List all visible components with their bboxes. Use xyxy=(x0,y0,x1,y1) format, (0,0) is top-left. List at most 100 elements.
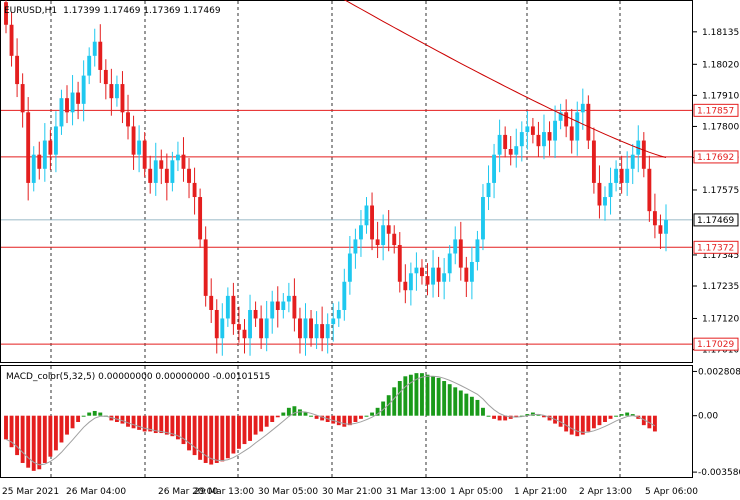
candle-body xyxy=(237,324,241,330)
time-tick-label: 30 Mar 21:00 xyxy=(322,487,382,497)
candle-body xyxy=(497,134,502,155)
price-tick-label: 1.17575 xyxy=(702,186,739,196)
candle-body xyxy=(37,154,42,169)
macd-bar xyxy=(569,415,574,435)
macd-bar xyxy=(253,415,258,435)
macd-axis: 0.0028085 0.00 -0.003580 xyxy=(692,367,740,478)
macd-bar xyxy=(475,399,480,416)
candle-body xyxy=(652,211,657,226)
macd-bar xyxy=(15,415,20,456)
macd-bar xyxy=(98,412,103,416)
macd-bar xyxy=(442,381,447,416)
macd-bar xyxy=(187,415,191,451)
candle-body xyxy=(142,140,147,169)
macd-bar xyxy=(431,376,435,416)
macd-bar xyxy=(303,412,308,416)
candle-body xyxy=(209,295,214,310)
candle-body xyxy=(647,168,652,212)
candle-body xyxy=(15,55,20,85)
candle-body xyxy=(508,149,513,155)
macd-bar xyxy=(120,415,125,424)
macd-bar xyxy=(336,415,341,426)
candle-body xyxy=(148,168,153,183)
macd-bar xyxy=(48,415,53,457)
candle-body xyxy=(92,41,97,56)
candle-body xyxy=(231,295,236,325)
candle-body xyxy=(408,273,413,291)
time-tick-label: 29 Mar 13:00 xyxy=(194,487,254,497)
candle-body xyxy=(53,126,58,155)
price-level-label: 1.17469 xyxy=(697,216,734,226)
time-tick-label: 5 Apr 06:00 xyxy=(645,487,698,497)
macd-bar xyxy=(447,384,452,416)
candle-body xyxy=(286,295,291,302)
price-tick-label: 1.17120 xyxy=(702,314,739,324)
candle-body xyxy=(164,168,169,183)
candle-body xyxy=(542,132,546,147)
candle-body xyxy=(270,301,275,319)
candle-body xyxy=(347,253,352,282)
candle-body xyxy=(120,84,125,113)
candle-body xyxy=(392,233,397,246)
candle-body xyxy=(442,273,447,282)
candle-body xyxy=(375,239,380,246)
candle-body xyxy=(331,318,336,325)
macd-bar xyxy=(209,415,214,465)
candle-body xyxy=(48,140,53,155)
candle-body xyxy=(42,140,47,169)
macd-bar xyxy=(575,415,580,437)
candle-body xyxy=(65,98,69,113)
candle-body xyxy=(159,160,164,169)
macd-bar xyxy=(270,415,275,422)
macd-bar xyxy=(353,415,358,422)
macd-bar xyxy=(220,415,225,462)
candle-body xyxy=(564,112,569,127)
macd-bar xyxy=(625,412,630,416)
price-pane[interactable] xyxy=(0,0,693,363)
candle-body xyxy=(597,182,602,206)
macd-bar xyxy=(342,415,347,427)
macd-bar xyxy=(76,415,81,422)
candle-body xyxy=(175,154,180,161)
candle-body xyxy=(342,281,347,310)
candle-body xyxy=(519,132,524,147)
candle-body xyxy=(114,84,119,99)
candle-body xyxy=(126,112,130,127)
macd-bar xyxy=(164,415,169,435)
candle-body xyxy=(98,41,103,70)
candle-body xyxy=(586,103,591,141)
candle-body xyxy=(248,309,252,339)
macd-bar xyxy=(231,415,236,454)
candle-body xyxy=(403,281,408,291)
candle-body xyxy=(242,329,247,339)
candle-body xyxy=(198,197,203,240)
candle-body xyxy=(625,168,630,183)
candle-body xyxy=(458,239,463,268)
time-tick-label: 25 Mar 2021 xyxy=(2,487,59,497)
macd-bar xyxy=(314,415,319,419)
time-tick-label: 30 Mar 05:00 xyxy=(258,487,318,497)
price-level-label: 1.17857 xyxy=(697,106,734,116)
candle-body xyxy=(464,267,469,282)
candle-body xyxy=(59,98,64,127)
candle-body xyxy=(87,55,92,76)
candle-body xyxy=(453,239,458,254)
macd-bar xyxy=(59,415,64,443)
candle-body xyxy=(70,92,75,113)
macd-bar xyxy=(225,415,230,459)
macd-bar xyxy=(392,387,397,416)
time-tick-label: 26 Mar 04:00 xyxy=(66,487,126,497)
candle-body xyxy=(253,309,258,319)
macd-bar xyxy=(408,374,413,416)
chart-symbol-label: EURUSD,H1 1.17399 1.17469 1.17369 1.17469 xyxy=(4,6,221,16)
macd-bar xyxy=(458,390,463,416)
candle-body xyxy=(264,318,269,339)
price-level-label: 1.17692 xyxy=(697,153,734,163)
macd-bar xyxy=(159,415,164,434)
trading-chart[interactable]: 1.181351.180201.179101.178001.176901.175… xyxy=(0,0,740,500)
macd-bar xyxy=(564,415,569,432)
macd-bar xyxy=(198,415,203,460)
candle-body xyxy=(153,160,158,183)
macd-bar xyxy=(486,415,491,417)
macd-bar xyxy=(364,415,369,417)
